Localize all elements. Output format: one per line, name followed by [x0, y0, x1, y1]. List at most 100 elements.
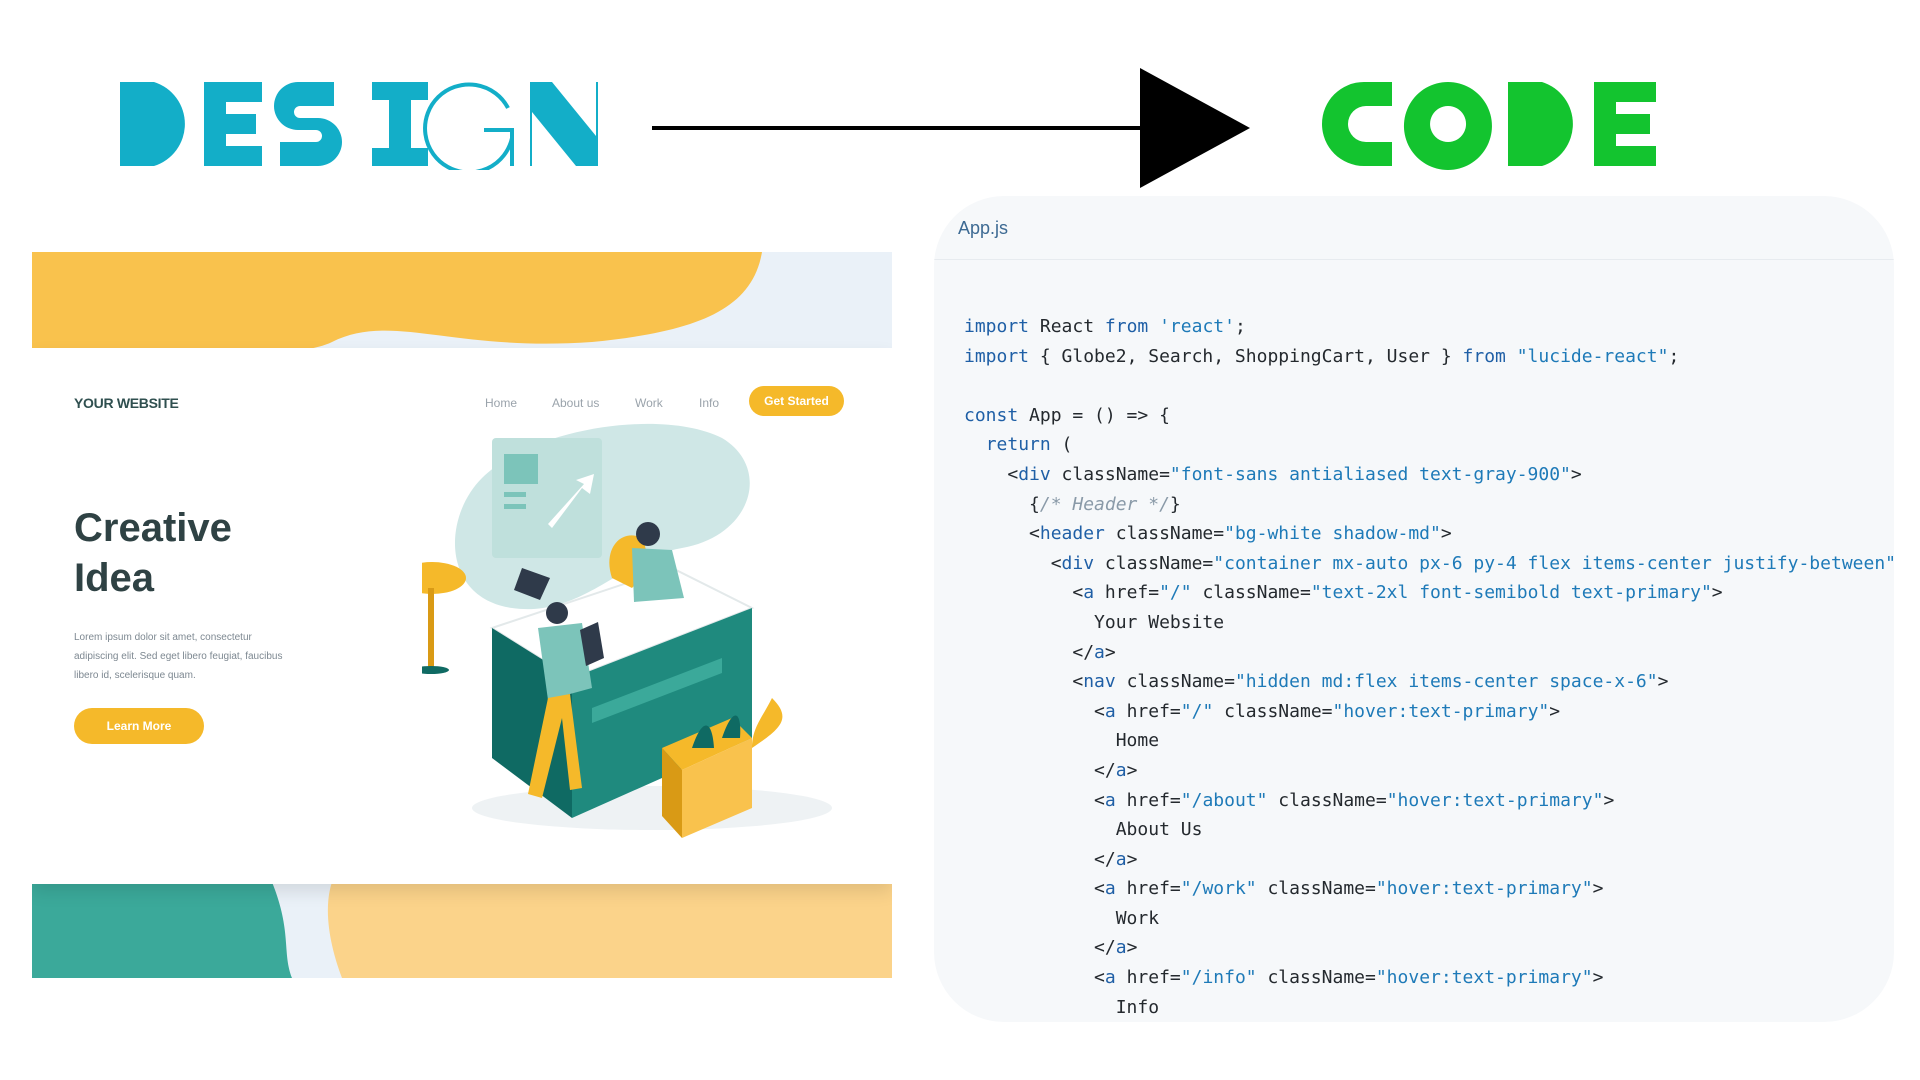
mockup-logo[interactable]: YOUR WEBSITE	[74, 395, 179, 411]
code-token: className=	[1115, 671, 1235, 693]
code-token: "lucide-react"	[1516, 345, 1669, 367]
mockup-nav-home[interactable]: Home	[485, 396, 517, 410]
code-line: </a>	[964, 933, 1884, 963]
mockup-headline: Creative Idea	[74, 503, 374, 603]
code-token: a	[1115, 759, 1127, 781]
code-token: <	[964, 463, 1019, 485]
code-token: a	[1104, 878, 1116, 900]
mockup-headline-line2: Idea	[74, 556, 155, 600]
code-token: "hidden md:flex items-center space-x-6"	[1234, 671, 1658, 693]
code-token: <	[964, 582, 1084, 604]
code-token: (	[1050, 434, 1073, 456]
website-mockup: YOUR WEBSITE Home About us Work Info Get…	[32, 252, 892, 978]
code-line: const App = () => {	[964, 401, 1884, 431]
mockup-get-started-button[interactable]: Get Started	[749, 386, 844, 416]
code-token: <	[964, 523, 1040, 545]
code-token: import	[964, 345, 1030, 367]
code-line: <a href="/work" className="hover:text-pr…	[964, 874, 1884, 904]
code-token: className=	[1104, 523, 1225, 545]
code-line: </a>	[964, 756, 1884, 786]
code-token: >	[1657, 671, 1669, 693]
code-token: "/"	[1180, 700, 1214, 722]
code-line: <header className="bg-white shadow-md">	[964, 519, 1884, 549]
code-token: header	[1039, 523, 1105, 545]
code-token: >	[1711, 582, 1723, 604]
code-token: {	[964, 493, 1040, 515]
letter-d-code	[1508, 82, 1573, 166]
code-heading	[1322, 82, 1656, 170]
code-line: Home	[964, 726, 1884, 756]
code-line: About Us	[964, 815, 1884, 845]
code-token: from	[1462, 345, 1506, 367]
code-token: /* Header */	[1039, 493, 1170, 515]
code-line: <nav className="hidden md:flex items-cen…	[964, 667, 1884, 697]
code-editor-panel: App.js import React from 'react'; import …	[934, 196, 1894, 1022]
code-token: <	[964, 671, 1084, 693]
code-token: className=	[1094, 552, 1214, 574]
code-line: <a href="/" className="text-2xl font-sem…	[964, 578, 1884, 608]
code-token: }	[1169, 493, 1181, 515]
code-token: React	[1029, 316, 1105, 337]
code-token: >	[1104, 641, 1116, 663]
code-token: "hover:text-primary"	[1375, 967, 1593, 989]
code-token: "hover:text-primary"	[1375, 878, 1593, 900]
code-line: <a href="/" className="hover:text-primar…	[964, 697, 1884, 727]
code-token: 'react'	[1159, 316, 1235, 337]
code-token: "font-sans antialiased text-gray-900"	[1169, 463, 1571, 485]
code-line: <div className="container mx-auto px-6 p…	[964, 549, 1894, 579]
code-line: import { Globe2, Search, ShoppingCart, U…	[964, 342, 1884, 372]
code-token: href=	[1115, 967, 1181, 989]
code-line: <div className="font-sans antialiased te…	[964, 460, 1884, 490]
arrow-icon	[652, 68, 1250, 188]
mockup-nav-about[interactable]: About us	[552, 396, 599, 410]
code-token: className=	[1191, 582, 1311, 604]
code-token: "/about"	[1180, 789, 1268, 811]
code-token: App = () => {	[1018, 404, 1170, 426]
code-token: import	[964, 316, 1030, 337]
code-line: </a>	[964, 638, 1884, 668]
code-token: <	[964, 967, 1105, 989]
mockup-learn-more-button[interactable]: Learn More	[74, 708, 204, 744]
letter-n	[530, 82, 598, 166]
letter-d	[120, 82, 185, 166]
code-token: >	[1603, 789, 1615, 811]
mockup-nav-work[interactable]: Work	[635, 396, 663, 410]
code-token: About Us	[964, 819, 1203, 841]
code-token: div	[1061, 552, 1095, 574]
code-token: "hover:text-primary"	[1332, 700, 1550, 722]
code-token: </	[964, 848, 1116, 870]
code-token: >	[1440, 523, 1452, 545]
letter-s	[274, 82, 342, 166]
code-token: <	[964, 700, 1105, 722]
mockup-body-line: adipiscing elit. Sed eget libero feugiat…	[74, 651, 283, 662]
mockup-nav-info[interactable]: Info	[699, 396, 719, 410]
design-heading	[120, 82, 598, 170]
code-token: >	[1126, 937, 1138, 959]
mockup-body-line: Lorem ipsum dolor sit amet, consectetur	[74, 632, 252, 643]
mockup-body-text: Lorem ipsum dolor sit amet, consectetur …	[74, 628, 324, 685]
code-token: href=	[1115, 789, 1181, 811]
code-token: Info	[964, 996, 1160, 1018]
code-token: ;	[1668, 345, 1680, 367]
design-to-code-graphic: YOUR WEBSITE Home About us Work Info Get…	[0, 0, 1920, 1080]
code-line: Info	[964, 993, 1884, 1022]
code-token: return	[985, 434, 1051, 456]
code-token: from	[1104, 316, 1149, 337]
letter-g	[423, 82, 514, 170]
code-token: "text-2xl font-semibold text-primary"	[1310, 582, 1712, 604]
code-token: >	[1126, 848, 1138, 870]
code-token: >	[1549, 700, 1561, 722]
code-token: href=	[1115, 700, 1181, 722]
code-line: Work	[964, 904, 1884, 934]
workspace-illustration	[422, 423, 832, 838]
code-token: </	[964, 641, 1095, 663]
code-line: import React from 'react';	[964, 312, 1884, 342]
code-token: >	[1592, 967, 1604, 989]
code-token: </	[964, 937, 1116, 959]
file-tab[interactable]: App.js	[958, 218, 1008, 239]
code-token: >	[1592, 878, 1604, 900]
code-token: >	[1570, 463, 1582, 485]
